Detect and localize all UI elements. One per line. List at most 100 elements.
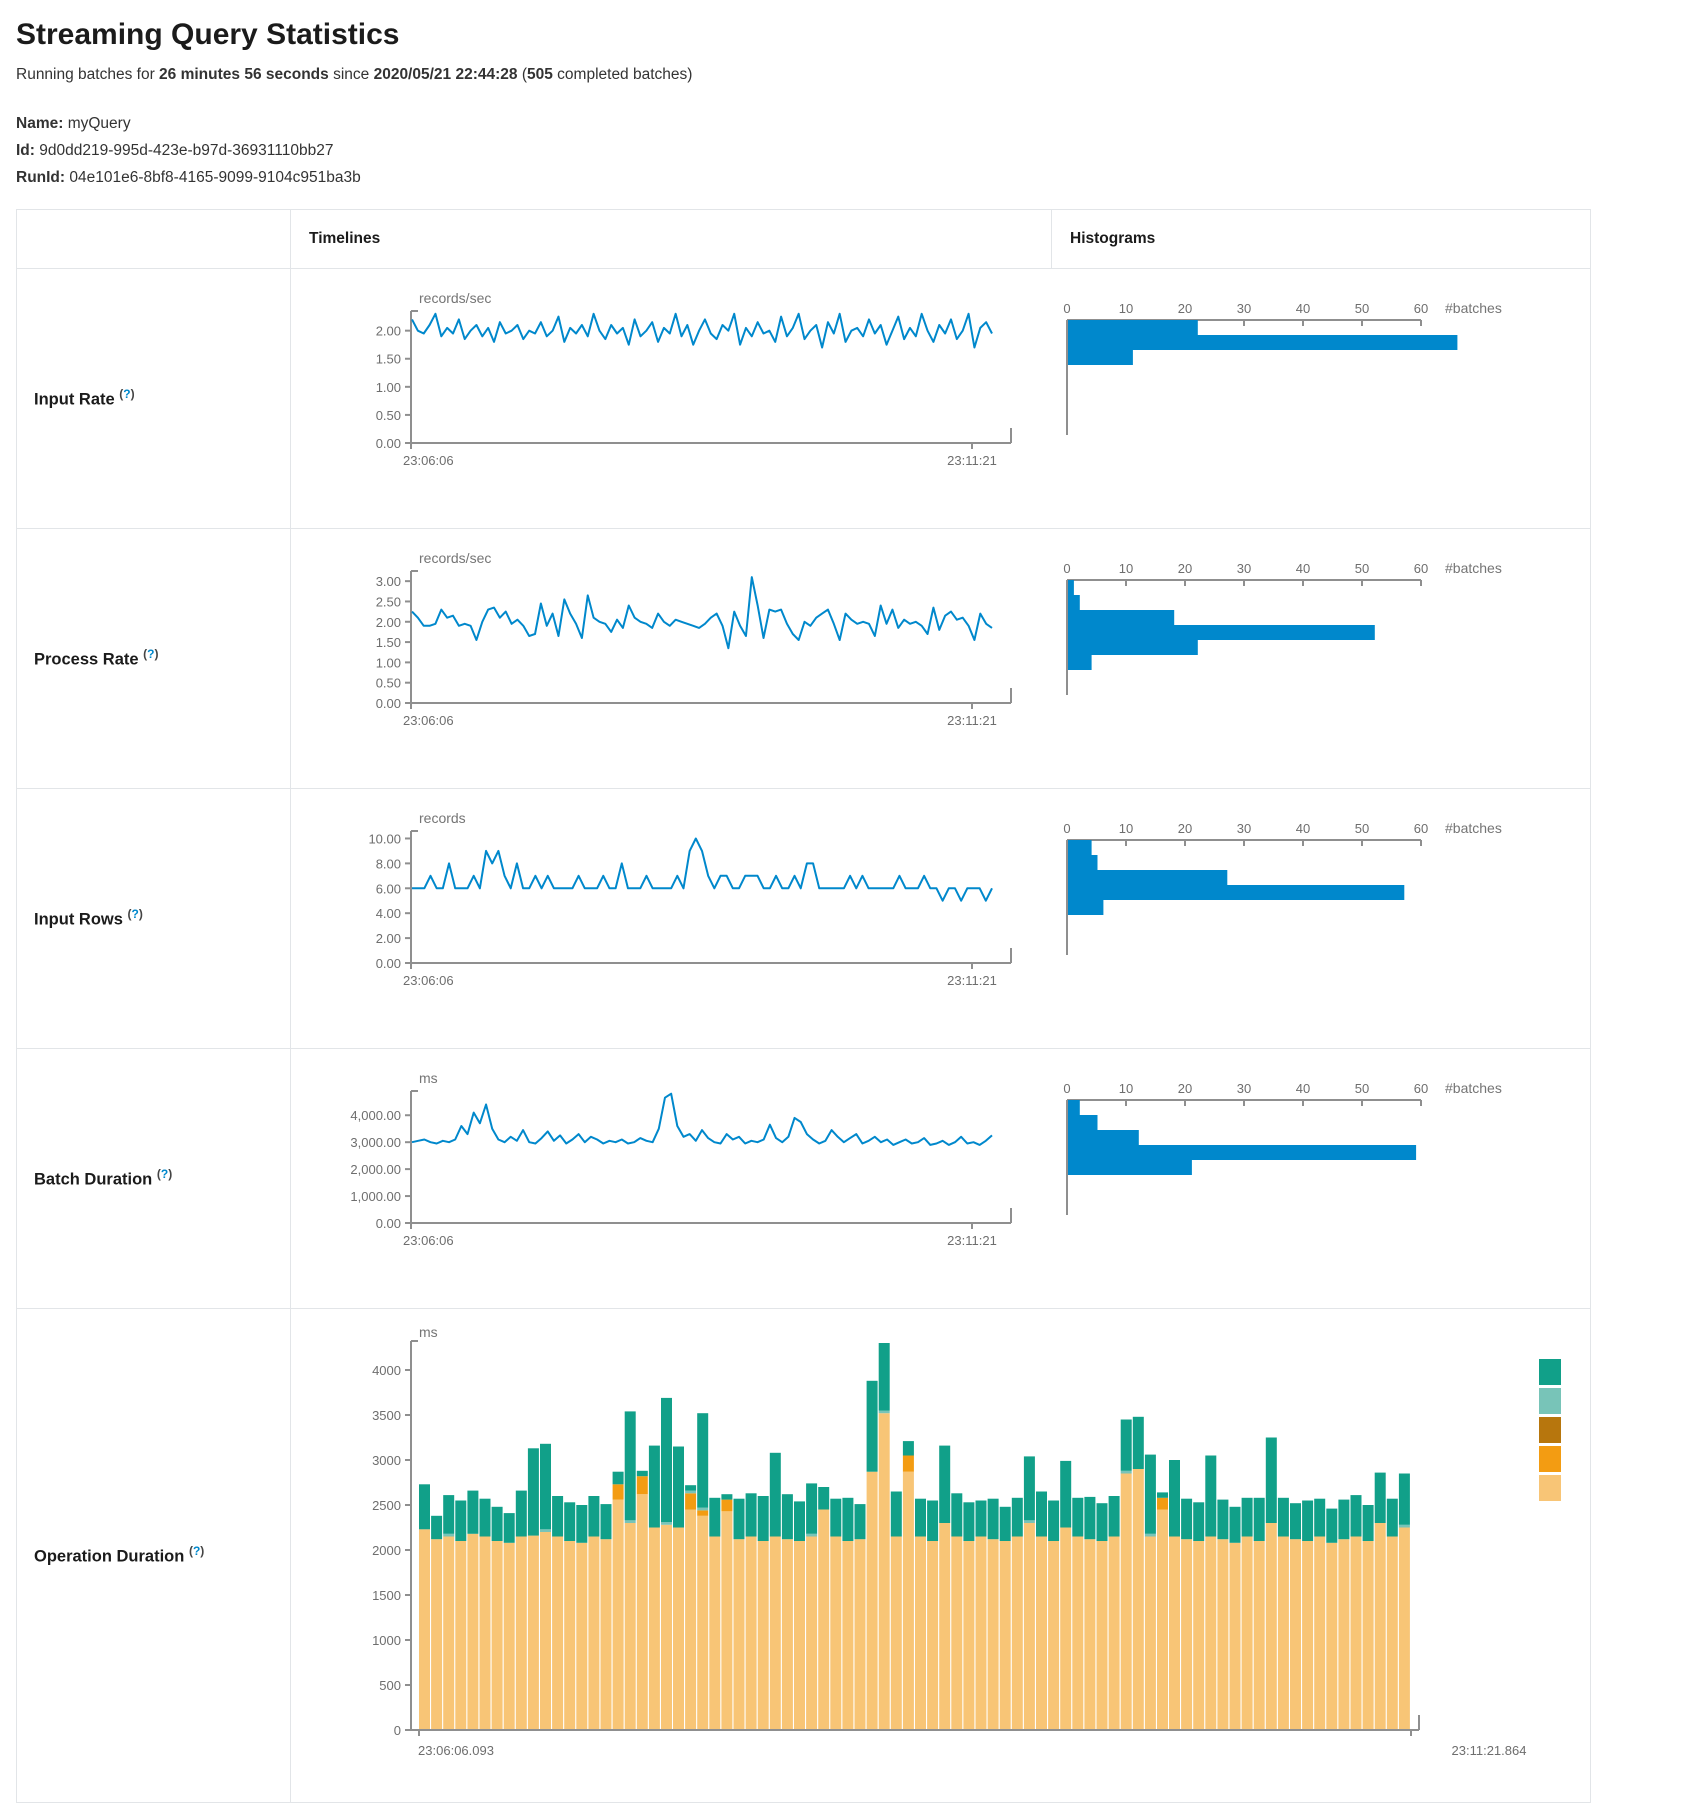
input-rate-label-cell: Input Rate (?) — [17, 269, 291, 529]
svg-text:23:06:06: 23:06:06 — [403, 453, 454, 468]
svg-text:23:11:21: 23:11:21 — [947, 713, 997, 728]
legend-swatch-2 — [1539, 1417, 1561, 1443]
input-rate-help-icon[interactable]: (?) — [119, 387, 134, 401]
svg-text:10.00: 10.00 — [368, 831, 401, 846]
input-rows-timeline-and-histogram: records10.008.006.004.002.000.0023:06:06… — [291, 795, 1589, 1043]
svg-text:20: 20 — [1178, 821, 1192, 836]
input-rows-label-cell: Input Rows (?) — [17, 789, 291, 1049]
svg-text:#batches: #batches — [1445, 300, 1502, 316]
svg-text:1.00: 1.00 — [376, 380, 401, 395]
svg-text:20: 20 — [1178, 301, 1192, 316]
query-runid-label: RunId: — [16, 169, 65, 186]
operation-duration-chart-cell: ms4000350030002500200015001000500023:06:… — [291, 1309, 1591, 1803]
svg-text:30: 30 — [1237, 1081, 1251, 1096]
svg-text:0: 0 — [1063, 561, 1070, 576]
batch-duration-help-icon[interactable]: (?) — [157, 1167, 172, 1181]
process-rate-timeline-and-histogram: records/sec3.002.502.001.501.000.500.002… — [291, 535, 1589, 783]
input-rate-label: Input Rate — [34, 391, 115, 409]
svg-text:23:06:06: 23:06:06 — [403, 713, 454, 728]
svg-text:50: 50 — [1355, 301, 1369, 316]
svg-text:#batches: #batches — [1445, 560, 1502, 576]
query-name-row: Name: myQuery — [16, 110, 1677, 137]
svg-text:ms: ms — [419, 1070, 438, 1086]
table-row: Input Rate (?) records/sec2.001.501.000.… — [17, 269, 1591, 529]
svg-text:60: 60 — [1414, 821, 1428, 836]
svg-text:23:11:21: 23:11:21 — [947, 1233, 997, 1248]
svg-text:40: 40 — [1296, 301, 1310, 316]
svg-text:2500: 2500 — [372, 1498, 401, 1513]
svg-text:60: 60 — [1414, 561, 1428, 576]
table-row: Input Rows (?) records 10.00 8.00 6.00 4.00 2… — [17, 789, 1591, 1049]
svg-text:50: 50 — [1355, 821, 1369, 836]
svg-text:23:06:06: 23:06:06 — [403, 1233, 454, 1248]
svg-text:1.50: 1.50 — [376, 352, 401, 367]
svg-text:20: 20 — [1178, 561, 1192, 576]
batch-duration-label: Batch Duration — [34, 1171, 152, 1189]
svg-text:50: 50 — [1355, 1081, 1369, 1096]
svg-text:0.00: 0.00 — [376, 956, 401, 971]
batch-duration-timeline-and-histogram: ms4,000.003,000.002,000.001,000.000.0023… — [291, 1055, 1589, 1303]
svg-text:3.00: 3.00 — [376, 574, 401, 589]
query-metadata: Name: myQuery Id: 9d0dd219-995d-423e-b97… — [16, 110, 1677, 191]
input-rate-timeline-and-histogram: records/sec2.001.501.000.500.0023:06:062… — [291, 275, 1589, 523]
svg-text:23:06:06: 23:06:06 — [403, 973, 454, 988]
svg-text:0: 0 — [394, 1723, 401, 1738]
svg-text:0.00: 0.00 — [376, 1216, 401, 1231]
query-id-label: Id: — [16, 142, 35, 159]
svg-text:30: 30 — [1237, 301, 1251, 316]
timelines-header: Timelines — [291, 210, 1052, 269]
operation-duration-label: Operation Duration — [34, 1548, 184, 1566]
svg-text:1000: 1000 — [372, 1633, 401, 1648]
table-header-row: Timelines Histograms — [17, 210, 1591, 269]
input-rows-label: Input Rows — [34, 911, 123, 929]
svg-text:30: 30 — [1237, 821, 1251, 836]
svg-text:#batches: #batches — [1445, 820, 1502, 836]
svg-text:records: records — [419, 810, 466, 826]
svg-text:1.00: 1.00 — [376, 655, 401, 670]
table-row: Batch Duration (?) ms 4,000.00 3,000.00 2,0… — [17, 1049, 1591, 1309]
svg-text:23:11:21: 23:11:21 — [947, 453, 997, 468]
query-runid-row: RunId: 04e101e6-8bf8-4165-9099-9104c951b… — [16, 164, 1677, 191]
svg-text:10: 10 — [1119, 561, 1133, 576]
query-runid-value: 04e101e6-8bf8-4165-9099-9104c951ba3b — [65, 169, 361, 186]
input-rows-chart-cell: records10.008.006.004.002.000.0023:06:06… — [291, 789, 1591, 1049]
svg-text:4.00: 4.00 — [376, 906, 401, 921]
completed-batches-count: 505 — [527, 66, 553, 83]
svg-text:23:11:21: 23:11:21 — [947, 973, 997, 988]
legend-swatch-4 — [1539, 1475, 1561, 1501]
svg-text:2,000.00: 2,000.00 — [350, 1162, 401, 1177]
page-header: Streaming Query Statistics Running batch… — [0, 0, 1693, 191]
input-rows-help-icon[interactable]: (?) — [128, 907, 143, 921]
svg-text:2.00: 2.00 — [376, 615, 401, 630]
input-rate-chart-cell: records/sec2.001.501.000.500.0023:06:062… — [291, 269, 1591, 529]
query-id-value: 9d0dd219-995d-423e-b97d-36931110bb27 — [35, 142, 334, 159]
operation-duration-help-icon[interactable]: (?) — [189, 1544, 204, 1558]
empty-header-cell — [17, 210, 291, 269]
svg-text:0: 0 — [1063, 821, 1070, 836]
svg-text:1500: 1500 — [372, 1588, 401, 1603]
legend-swatch-1 — [1539, 1388, 1561, 1414]
svg-text:3,000.00: 3,000.00 — [350, 1135, 401, 1150]
svg-text:10: 10 — [1119, 1081, 1133, 1096]
operation-duration-stacked-chart: ms4000350030002500200015001000500023:06:… — [291, 1315, 1589, 1797]
operation-duration-label-cell: Operation Duration (?) — [17, 1309, 291, 1803]
svg-text:23:06:06.093: 23:06:06.093 — [418, 1743, 494, 1758]
svg-text:records/sec: records/sec — [419, 550, 491, 566]
svg-text:10: 10 — [1119, 301, 1133, 316]
svg-text:4,000.00: 4,000.00 — [350, 1108, 401, 1123]
svg-text:3500: 3500 — [372, 1408, 401, 1423]
svg-text:0.50: 0.50 — [376, 676, 401, 691]
svg-text:60: 60 — [1414, 301, 1428, 316]
svg-text:500: 500 — [379, 1678, 401, 1693]
svg-text:50: 50 — [1355, 561, 1369, 576]
svg-text:6.00: 6.00 — [376, 881, 401, 896]
process-rate-help-icon[interactable]: (?) — [143, 647, 158, 661]
process-rate-label-cell: Process Rate (?) — [17, 529, 291, 789]
svg-text:ms: ms — [419, 1324, 438, 1340]
svg-text:2.50: 2.50 — [376, 594, 401, 609]
page-title: Streaming Query Statistics — [16, 18, 1677, 52]
query-id-row: Id: 9d0dd219-995d-423e-b97d-36931110bb27 — [16, 137, 1677, 164]
svg-text:8.00: 8.00 — [376, 856, 401, 871]
svg-text:40: 40 — [1296, 821, 1310, 836]
svg-text:2000: 2000 — [372, 1543, 401, 1558]
